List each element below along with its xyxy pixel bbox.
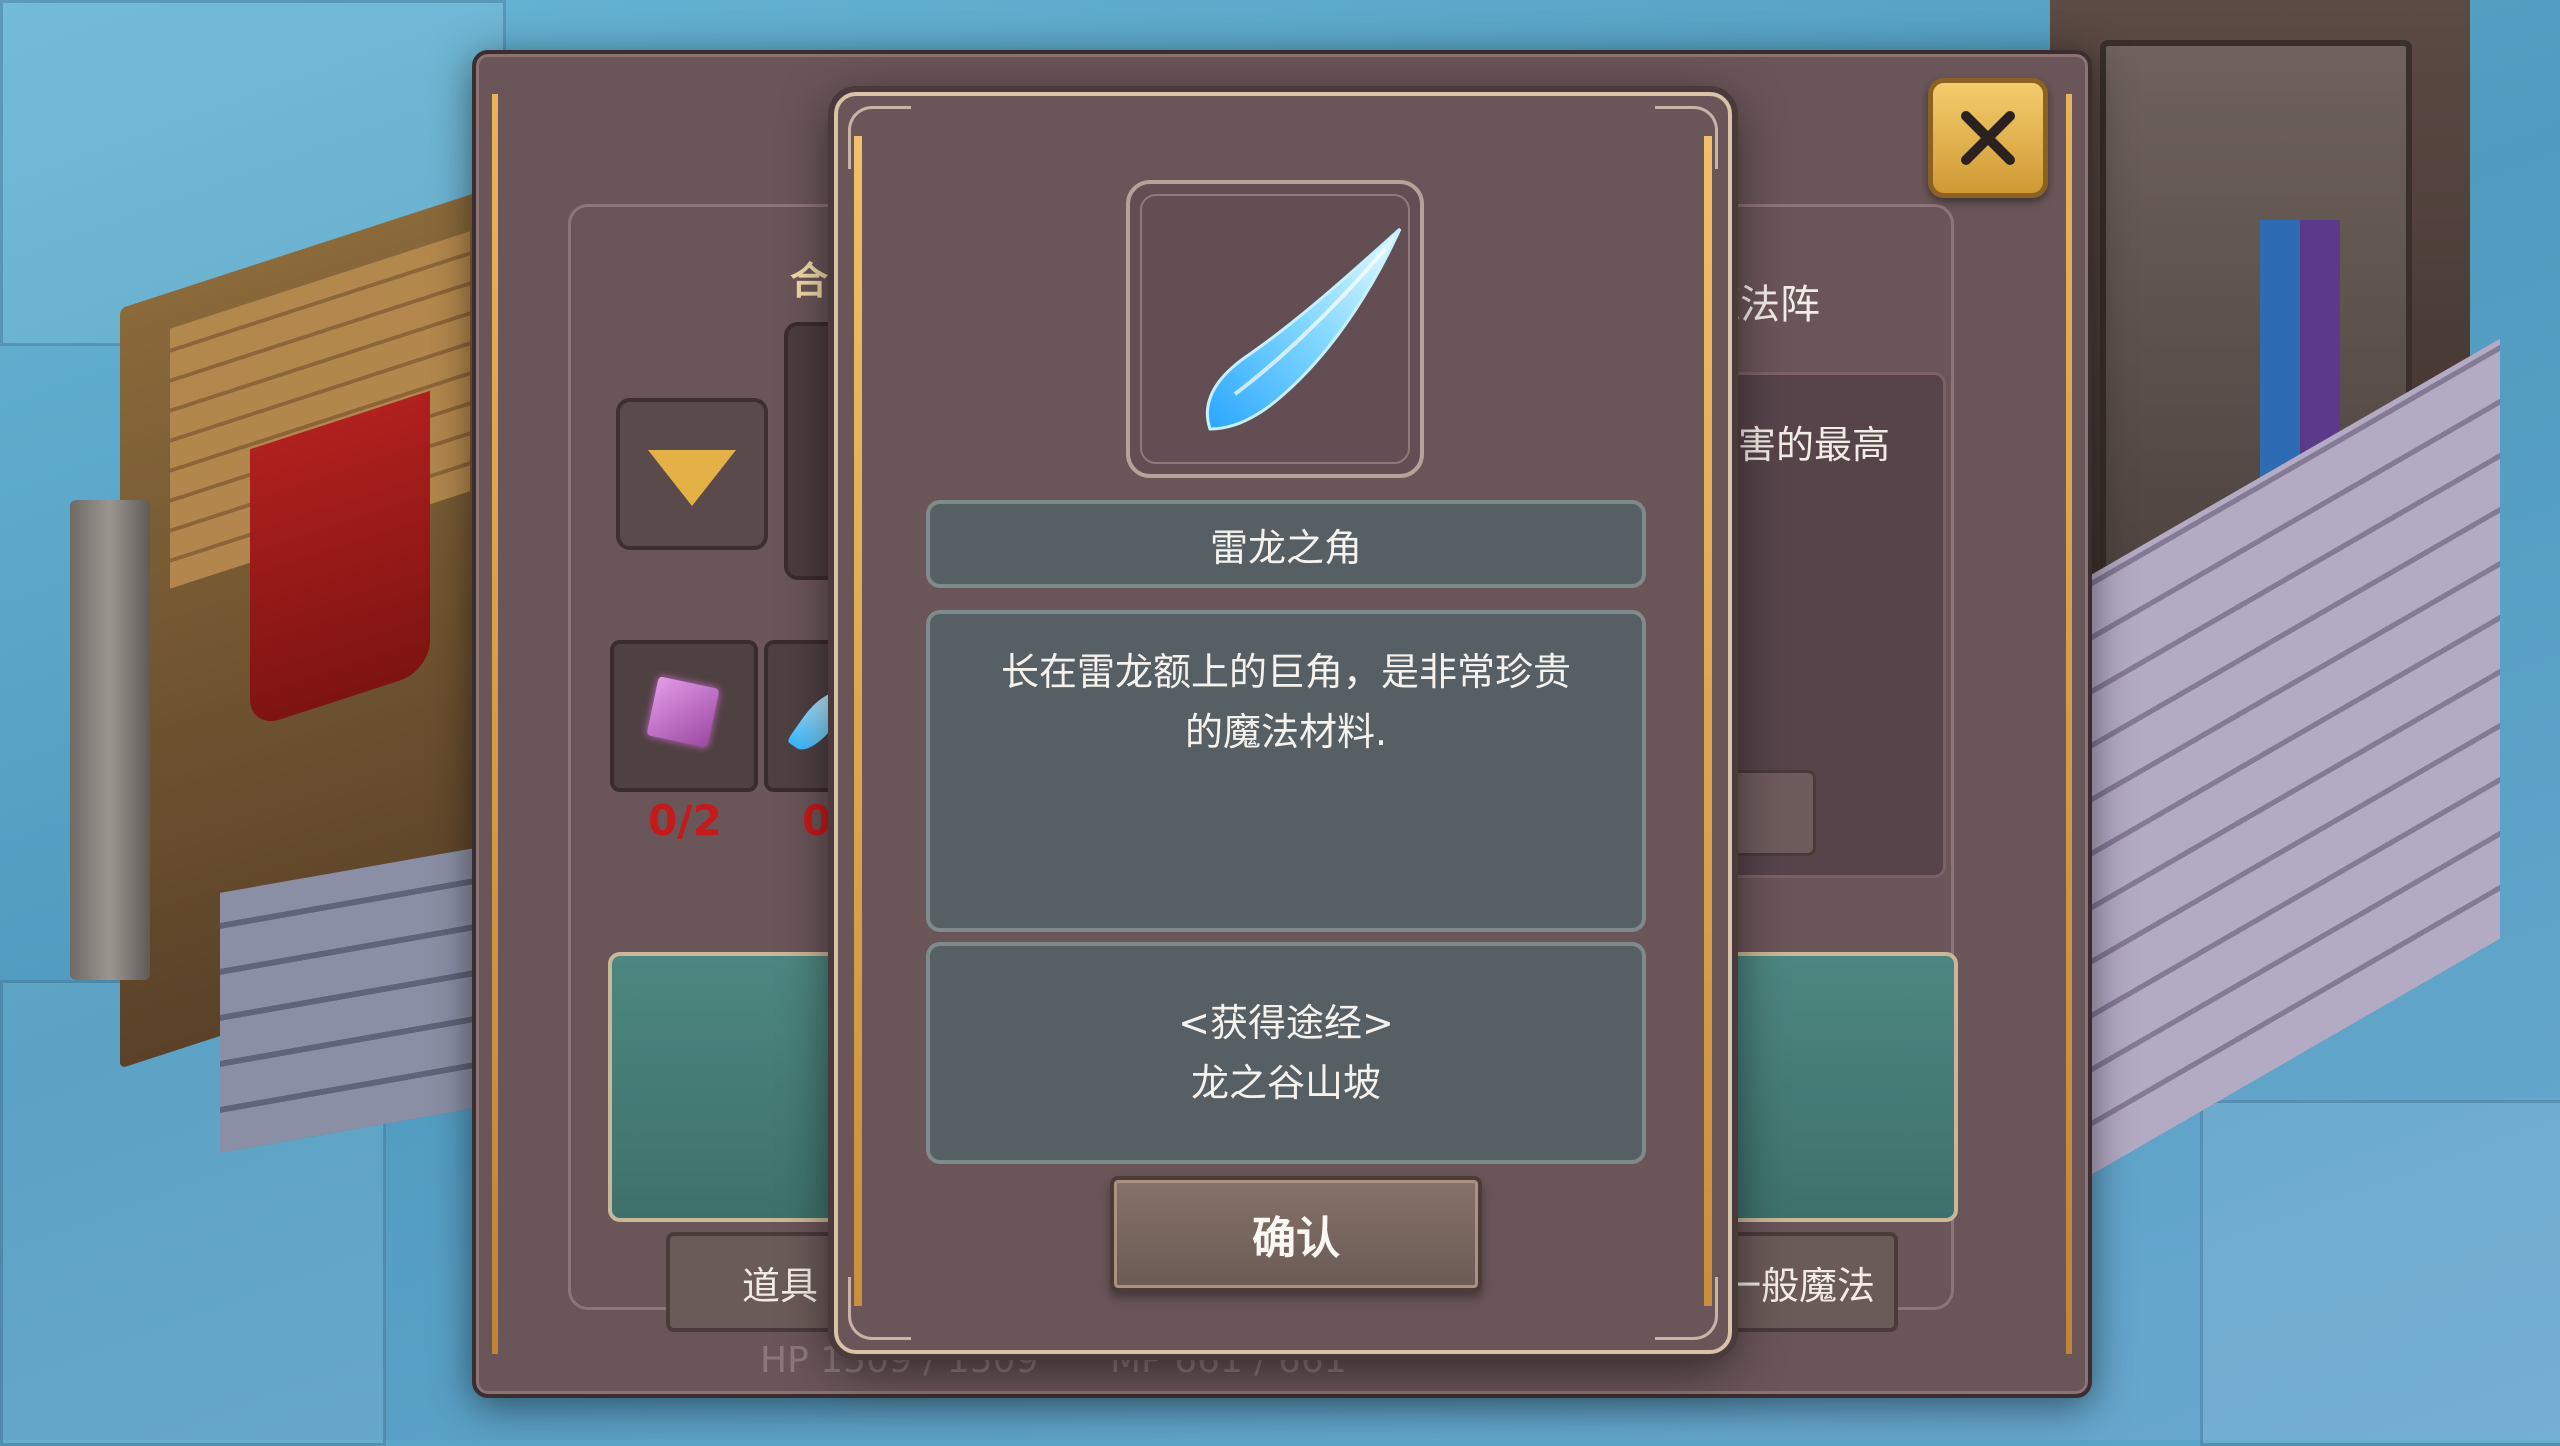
popup-rail-right xyxy=(1704,136,1712,1306)
material-count-1: 0/2 xyxy=(648,796,722,845)
corner-ornament xyxy=(848,106,911,169)
item-description-box: 长在雷龙额上的巨角，是非常珍贵 的魔法材料. xyxy=(926,610,1646,932)
stone-wall-left xyxy=(220,847,480,1153)
wooden-pillar xyxy=(70,500,150,980)
description-line: 长在雷龙额上的巨角，是非常珍贵 xyxy=(1000,650,1571,694)
item-source-box: <获得途经> 龙之谷山坡 xyxy=(926,942,1646,1164)
confirm-button[interactable]: 确认 xyxy=(1110,1176,1482,1292)
panel-rail-left xyxy=(492,94,498,1354)
red-curtain xyxy=(250,390,430,730)
material-slot-1[interactable] xyxy=(610,640,758,792)
recipe-dropdown-button[interactable] xyxy=(616,398,768,550)
corner-ornament xyxy=(848,1277,911,1340)
result-panel-right xyxy=(1700,952,1958,1222)
item-icon-frame xyxy=(1126,180,1424,478)
item-description: 长在雷龙额上的巨角，是非常珍贵 的魔法材料. xyxy=(970,642,1602,762)
material-count-2: 0 xyxy=(802,796,832,845)
popup-rail-left xyxy=(854,136,862,1306)
panel-rail-right xyxy=(2066,94,2072,1354)
thunder-dragon-horn-icon xyxy=(1205,227,1402,431)
close-button[interactable] xyxy=(1928,78,2048,198)
purple-gem-icon xyxy=(646,676,720,748)
corner-ornament xyxy=(1655,106,1718,169)
item-name: 雷龙之角 xyxy=(926,500,1646,588)
source-value: 龙之谷山坡 xyxy=(1190,1061,1381,1105)
corner-ornament xyxy=(1655,1277,1718,1340)
item-info-popup: 雷龙之角 长在雷龙额上的巨角，是非常珍贵 的魔法材料. <获得途经> 龙之谷山坡… xyxy=(834,92,1732,1354)
source-label: <获得途经> xyxy=(1178,1001,1394,1045)
description-line: 的魔法材料. xyxy=(1184,710,1388,754)
synthesis-title: 合 xyxy=(790,259,829,303)
close-icon xyxy=(1961,111,2015,165)
triangle-down-icon xyxy=(648,450,736,506)
floor-tile xyxy=(2200,1100,2560,1446)
